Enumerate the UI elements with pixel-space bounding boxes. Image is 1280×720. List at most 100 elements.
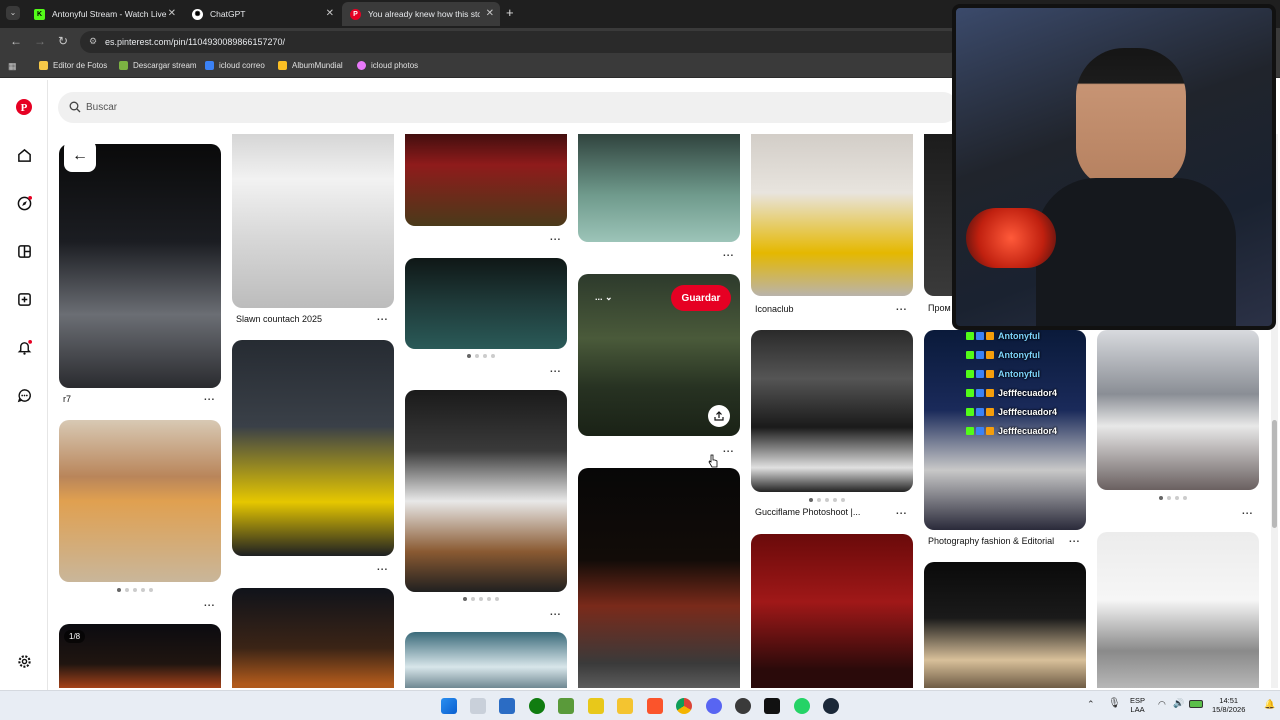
bookmark-icloud-correo[interactable]: icloud correo: [205, 61, 265, 70]
tab-antonyful-stream[interactable]: K Antonyful Stream - Watch Live ✕: [26, 2, 182, 26]
pin-image[interactable]: [1097, 532, 1259, 688]
more-options-icon[interactable]: ...: [550, 607, 561, 618]
save-button[interactable]: Guardar: [671, 285, 731, 311]
search-input[interactable]: Buscar: [58, 92, 958, 123]
tab-pinterest[interactable]: P You already knew how this stor ✕: [342, 2, 500, 26]
pin-options-dropdown[interactable]: ... ⌄: [595, 292, 613, 303]
more-options-icon[interactable]: ...: [550, 232, 561, 243]
pin-image[interactable]: [405, 632, 567, 688]
pinterest-icon: P: [350, 8, 361, 20]
more-options-icon[interactable]: ...: [723, 444, 734, 455]
close-icon[interactable]: ✕: [326, 8, 334, 19]
forward-icon[interactable]: →: [34, 34, 46, 48]
pin-image[interactable]: [232, 134, 394, 308]
pin-image[interactable]: [751, 330, 913, 492]
close-icon[interactable]: ✕: [486, 8, 494, 19]
more-options-icon[interactable]: ...: [896, 506, 907, 517]
language-indicator[interactable]: ESP LAA: [1130, 696, 1145, 714]
keyboard-layout: LAA: [1130, 705, 1145, 714]
capcut-icon[interactable]: [764, 698, 780, 714]
share-button[interactable]: [708, 405, 730, 427]
minecraft-icon[interactable]: [558, 698, 574, 714]
steam-icon[interactable]: [823, 698, 839, 714]
pin-image[interactable]: [232, 588, 394, 688]
windows-taskbar: ⌃ 🎙 ESP LAA ◠ 🔊 14:51 15/8/2026 🔔: [0, 690, 1280, 720]
tab-list-dropdown-icon[interactable]: ⌄: [6, 6, 20, 20]
language-code: ESP: [1130, 696, 1146, 705]
reload-icon[interactable]: ↻: [58, 34, 68, 48]
bookmark-icloud-photos[interactable]: icloud photos: [357, 61, 418, 70]
chat-badges: [966, 331, 994, 340]
pin-title: Iconaclub: [755, 304, 794, 314]
pin-image[interactable]: [59, 144, 221, 388]
close-icon[interactable]: ✕: [168, 8, 176, 19]
explore-icon[interactable]: [16, 195, 32, 211]
pin-image[interactable]: [59, 420, 221, 582]
pin-image[interactable]: [751, 134, 913, 296]
chat-username: Antonyful: [998, 349, 1040, 360]
carousel-dots: [1159, 496, 1187, 500]
store-icon[interactable]: [499, 698, 515, 714]
pin-title: r7: [63, 394, 72, 404]
bookmark-albummundial[interactable]: AlbumMundial: [278, 61, 343, 70]
back-icon[interactable]: ←: [10, 34, 22, 48]
pin-image[interactable]: [578, 468, 740, 688]
create-icon[interactable]: [16, 291, 32, 307]
site-info-icon[interactable]: ⚙: [89, 36, 97, 47]
whatsapp-icon[interactable]: [794, 698, 810, 714]
brave-icon[interactable]: [647, 698, 663, 714]
more-options-icon[interactable]: ...: [550, 364, 561, 375]
discord-icon[interactable]: [706, 698, 722, 714]
pin-image[interactable]: [751, 534, 913, 688]
settings-icon[interactable]: [16, 653, 32, 669]
obs-icon[interactable]: [735, 698, 751, 714]
pin-image[interactable]: [578, 134, 740, 242]
pin-title: Slawn countach 2025: [236, 314, 323, 324]
apps-grid-icon[interactable]: ▦: [8, 61, 17, 72]
show-hidden-icons-icon[interactable]: ⌃: [1087, 699, 1095, 710]
wifi-icon[interactable]: ◠: [1158, 699, 1166, 710]
messages-icon[interactable]: [16, 387, 32, 403]
more-options-icon[interactable]: ...: [377, 562, 388, 573]
pin-image[interactable]: [405, 258, 567, 349]
tab-chatgpt[interactable]: ✺ ChatGPT ✕: [184, 2, 340, 26]
volume-icon[interactable]: 🔊: [1173, 698, 1184, 709]
more-options-icon[interactable]: ...: [1069, 534, 1080, 545]
battery-icon[interactable]: [1189, 700, 1203, 708]
xbox-icon[interactable]: [529, 698, 545, 714]
pin-image[interactable]: [1097, 330, 1259, 490]
more-options-icon[interactable]: ...: [723, 248, 734, 259]
pinterest-logo-icon[interactable]: P: [16, 99, 32, 115]
windows-start-icon[interactable]: [441, 698, 457, 714]
notification-bell-icon[interactable]: 🔔: [1264, 699, 1275, 710]
more-options-icon[interactable]: ...: [896, 302, 907, 313]
chrome-icon[interactable]: [676, 698, 692, 714]
task-view-icon[interactable]: [470, 698, 486, 714]
clock[interactable]: 14:51 15/8/2026: [1212, 696, 1245, 714]
more-options-icon[interactable]: ...: [204, 598, 215, 609]
pin-title: Пром: [928, 303, 951, 313]
file-explorer-icon[interactable]: [617, 698, 633, 714]
notifications-icon[interactable]: [16, 339, 32, 355]
share-icon: [714, 411, 724, 421]
back-button[interactable]: ←: [64, 140, 96, 172]
bookmark-descargar-stream[interactable]: Descargar stream: [119, 61, 197, 70]
more-options-icon[interactable]: ...: [204, 392, 215, 403]
chat-message: Antonyful: [966, 326, 1086, 345]
home-icon[interactable]: [16, 147, 32, 163]
scrollbar-thumb[interactable]: [1272, 420, 1277, 528]
webcam-red-lamp: [966, 208, 1056, 268]
more-options-icon[interactable]: ...: [1242, 506, 1253, 517]
new-tab-icon[interactable]: +: [506, 5, 514, 20]
pin-image[interactable]: [405, 134, 567, 226]
address-bar[interactable]: ⚙ es.pinterest.com/pin/11049300898661572…: [80, 31, 960, 53]
pin-image[interactable]: [924, 562, 1086, 688]
pin-image[interactable]: [405, 390, 567, 592]
app-icon[interactable]: [588, 698, 604, 714]
bookmark-editor-fotos[interactable]: Editor de Fotos: [39, 61, 107, 70]
microphone-icon[interactable]: 🎙: [1108, 698, 1121, 709]
pin-image[interactable]: [232, 340, 394, 556]
boards-icon[interactable]: [16, 243, 32, 259]
more-options-icon[interactable]: ...: [377, 312, 388, 323]
chat-badges: [966, 388, 994, 397]
